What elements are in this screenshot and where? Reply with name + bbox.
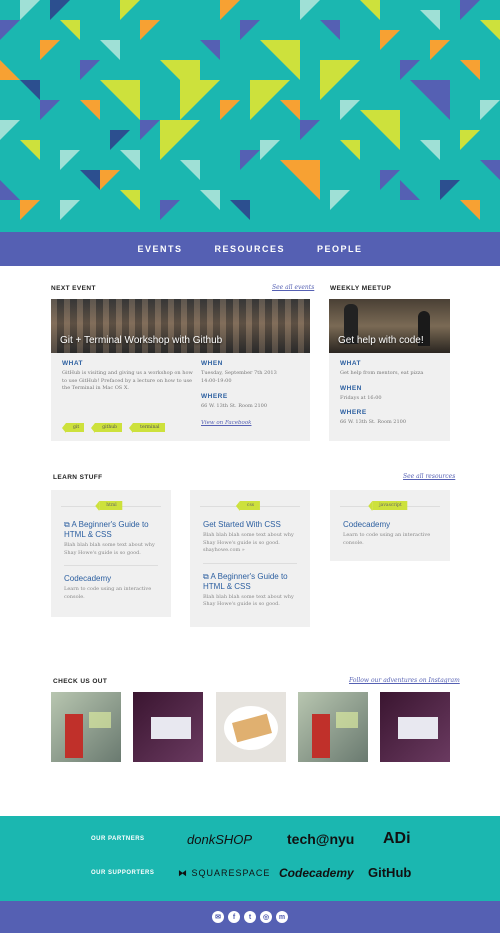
next-event-card: Git + Terminal Workshop with Github WHAT… xyxy=(51,299,310,441)
squarespace-logo[interactable]: ⧓ SQUARESPACE xyxy=(178,868,270,879)
learn-tag-html[interactable]: html xyxy=(95,501,123,511)
what-text: GitHub is visiting and giving us a works… xyxy=(62,370,193,391)
email-icon[interactable]: ✉ xyxy=(212,911,224,923)
resource-desc: Learn to code using an interactive conso… xyxy=(343,532,431,546)
meetup-icon[interactable]: m xyxy=(276,911,288,923)
when-text: Tuesday, September 7th 2013 14:00-19:00 xyxy=(201,370,277,384)
tag-terminal[interactable]: terminal xyxy=(129,422,165,433)
partners-label: OUR PARTNERS xyxy=(91,836,145,842)
hero-banner xyxy=(0,0,500,232)
external-link-icon: ⧉ xyxy=(64,520,72,529)
main-nav: EVENTS RESOURCES PEOPLE xyxy=(0,232,500,266)
meetup-when-label: WHEN xyxy=(340,384,362,392)
meetup-what-text: Get help from mentors, eat pizza xyxy=(340,370,424,376)
learn-tag-javascript[interactable]: javascript xyxy=(368,501,408,511)
event-photo: Git + Terminal Workshop with Github xyxy=(51,299,310,353)
external-link-icon: ⧉ xyxy=(203,571,211,581)
footer: ✉ f t ◎ m xyxy=(0,901,500,933)
meetup-what-label: WHAT xyxy=(340,360,362,367)
supporters-label: OUR SUPPORTERS xyxy=(91,870,155,876)
meetup-where-text: 66 W. 13th St. Room 2100 xyxy=(340,419,407,425)
meetup-when-text: Fridays at 16:00 xyxy=(340,394,382,401)
event-tags: git github terminal xyxy=(61,413,199,433)
gallery-image[interactable] xyxy=(380,692,450,762)
squarespace-icon: ⧓ xyxy=(178,868,192,878)
resource-desc: Learn to code using an interactive conso… xyxy=(64,586,152,600)
resource-desc: Blah blah blah some text about why Shay … xyxy=(203,593,294,608)
partners-section: OUR PARTNERS OUR SUPPORTERS donkSHOP tec… xyxy=(0,816,500,901)
facebook-link[interactable]: View on Facebook xyxy=(201,420,286,426)
when-label: WHEN xyxy=(201,360,223,367)
tag-github[interactable]: github xyxy=(91,422,123,433)
learn-card-css: css Get Started With CSS Blah blah blah … xyxy=(190,490,310,627)
see-all-resources-link[interactable]: See all resources xyxy=(403,473,455,480)
codecademy-logo[interactable]: Codecademy xyxy=(279,866,354,880)
weekly-meetup-card: Get help with code! WHAT Get help from m… xyxy=(329,299,450,441)
event-photo-caption: Git + Terminal Workshop with Github xyxy=(60,335,223,346)
meetup-photo: Get help with code! xyxy=(329,299,450,353)
resource-desc: Blah blah blah some text about why Shay … xyxy=(64,542,155,556)
gallery-image[interactable] xyxy=(216,692,286,762)
resource-desc: Blah blah blah some text about why Shay … xyxy=(203,532,294,553)
next-event-title: NEXT EVENT xyxy=(51,285,96,292)
adi-logo[interactable]: ADi xyxy=(383,830,411,848)
where-text: 66 W. 13th St. Room 2100 xyxy=(201,403,268,409)
instagram-icon[interactable]: ◎ xyxy=(260,911,272,923)
see-all-events-link[interactable]: See all events xyxy=(272,284,314,291)
nav-events[interactable]: EVENTS xyxy=(137,244,182,254)
learn-tag-css[interactable]: css xyxy=(235,501,261,511)
weekly-meetup-title: WEEKLY MEETUP xyxy=(330,285,392,292)
gallery-image[interactable] xyxy=(298,692,368,762)
learn-card-html: html ⧉ A Beginner's Guide to HTML & CSS … xyxy=(51,490,171,617)
resource-title[interactable]: ⧉ A Beginner's Guide to HTML & CSS xyxy=(203,572,297,592)
tag-git[interactable]: git xyxy=(61,422,85,433)
geometric-pattern xyxy=(0,0,500,232)
nav-people[interactable]: PEOPLE xyxy=(317,244,363,254)
twitter-icon[interactable]: t xyxy=(244,911,256,923)
resource-title[interactable]: Codecademy xyxy=(343,520,437,530)
gallery-image[interactable] xyxy=(133,692,203,762)
facebook-icon[interactable]: f xyxy=(228,911,240,923)
resource-title[interactable]: Codecademy xyxy=(64,574,158,584)
learn-stuff-title: LEARN STUFF xyxy=(53,474,103,481)
donkshop-logo[interactable]: donkSHOP xyxy=(187,832,252,847)
tech-nyu-logo[interactable]: tech@nyu xyxy=(287,831,354,847)
meetup-where-label: WHERE xyxy=(340,409,367,416)
github-logo[interactable]: GitHub xyxy=(368,865,411,880)
nav-resources[interactable]: RESOURCES xyxy=(214,244,285,254)
meetup-photo-caption: Get help with code! xyxy=(338,335,424,346)
resource-title[interactable]: ⧉ A Beginner's Guide to HTML & CSS xyxy=(64,520,158,540)
resource-title[interactable]: Get Started With CSS xyxy=(203,520,297,530)
what-label: WHAT xyxy=(62,360,84,367)
learn-card-javascript: javascript Codecademy Learn to code usin… xyxy=(330,490,450,561)
instagram-link[interactable]: Follow our adventures on Instagram xyxy=(349,677,460,684)
gallery-image[interactable] xyxy=(51,692,121,762)
check-us-out-title: CHECK US OUT xyxy=(53,678,108,685)
where-label: WHERE xyxy=(201,393,228,400)
